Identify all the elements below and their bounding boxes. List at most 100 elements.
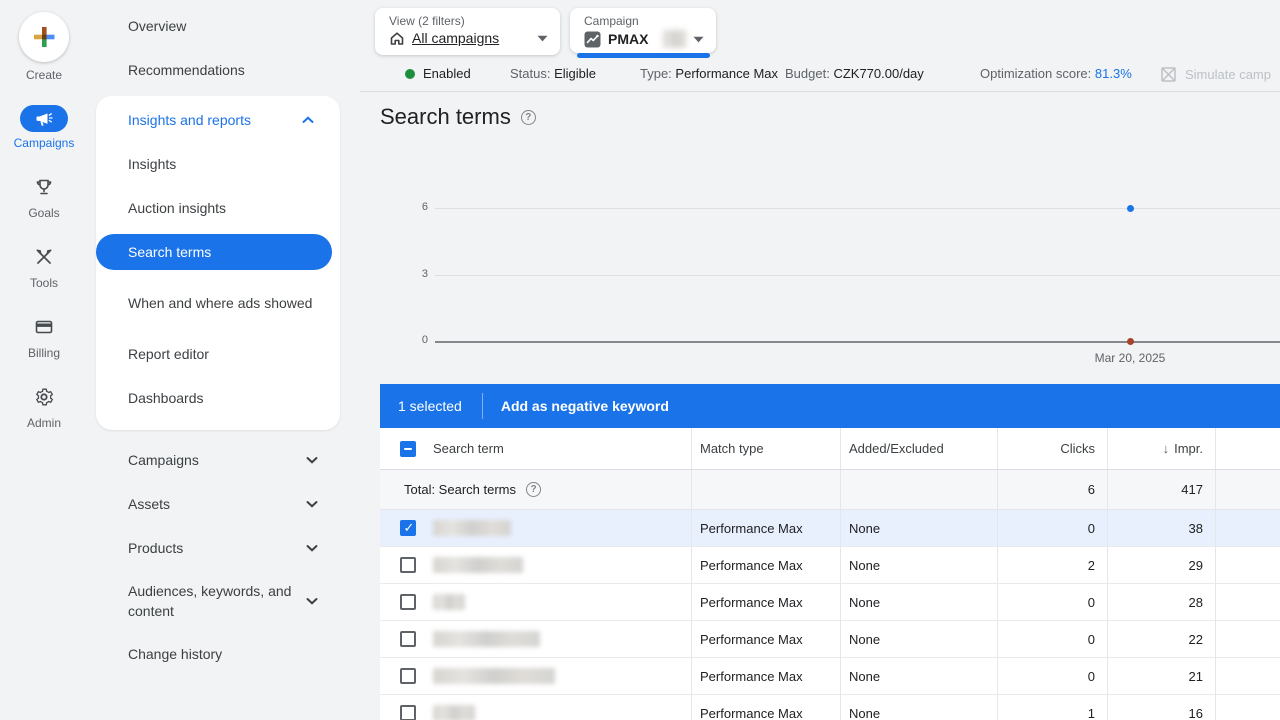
row-checkbox[interactable]: [400, 557, 416, 573]
select-all-checkbox[interactable]: [400, 441, 416, 457]
optimization-score-field[interactable]: Optimization score: 81.3%: [980, 66, 1132, 81]
help-icon[interactable]: ?: [526, 482, 541, 497]
table-row[interactable]: Performance Max None 2 29: [380, 547, 1280, 584]
table-row[interactable]: Performance Max None 0 21: [380, 658, 1280, 695]
create-label: Create: [19, 68, 69, 82]
col-match-type[interactable]: Match type: [691, 428, 840, 469]
row-checkbox[interactable]: [400, 668, 416, 684]
col-impr-sorted[interactable]: ↓ Impr.: [1107, 428, 1215, 469]
y-tick-0: 0: [398, 334, 428, 346]
create-plus-icon: [19, 12, 69, 62]
nav-item-products[interactable]: Products: [88, 526, 360, 570]
insights-reports-card: Insights and reports Insights Auction in…: [96, 96, 340, 430]
simulate-label: Simulate camp: [1185, 67, 1271, 82]
added-excluded-cell: None: [840, 621, 997, 657]
table-row[interactable]: Performance Max None 0 38: [380, 510, 1280, 547]
nav-item-report-editor[interactable]: Report editor: [96, 332, 340, 376]
chevron-down-icon: [306, 597, 318, 605]
match-type-cell: Performance Max: [691, 621, 840, 657]
clicks-cell: 0: [997, 510, 1107, 546]
nav-item-campaigns[interactable]: Campaigns: [88, 438, 360, 482]
nav-item-dashboards-label: Dashboards: [128, 390, 204, 406]
megaphone-icon: [35, 111, 53, 127]
performance-chart-icon: [584, 31, 601, 48]
impr-cell: 21: [1107, 658, 1215, 694]
rail-item-goals[interactable]: Goals: [20, 173, 68, 220]
row-checkbox-checked[interactable]: [400, 520, 416, 536]
app-rail: Create Campaigns Goals: [0, 0, 88, 720]
impr-cell: 38: [1107, 510, 1215, 546]
nav-item-overview[interactable]: Overview: [88, 4, 360, 48]
col-clicks[interactable]: Clicks: [997, 428, 1107, 469]
simulate-icon: [1160, 66, 1177, 83]
table-row[interactable]: Performance Max None 0 28: [380, 584, 1280, 621]
nav-item-insights-label: Insights: [128, 156, 176, 172]
row-checkbox[interactable]: [400, 705, 416, 720]
create-button[interactable]: Create: [19, 12, 69, 82]
nav-item-auction-insights-label: Auction insights: [128, 200, 226, 216]
clicks-cell: 1: [997, 695, 1107, 720]
nav-item-overview-label: Overview: [128, 18, 186, 34]
sort-desc-arrow-icon: ↓: [1163, 441, 1170, 456]
rail-item-campaigns[interactable]: Campaigns: [14, 105, 75, 150]
y-tick-6: 6: [398, 201, 428, 213]
table-header-row: Search term Match type Added/Excluded Cl…: [380, 428, 1280, 470]
redacted-search-term: [433, 668, 555, 684]
nav-item-assets[interactable]: Assets: [88, 482, 360, 526]
add-as-negative-keyword-button[interactable]: Add as negative keyword: [501, 398, 669, 414]
nav-item-recommendations-label: Recommendations: [128, 62, 245, 78]
table-row[interactable]: Performance Max None 0 22: [380, 621, 1280, 658]
help-icon[interactable]: ?: [521, 110, 536, 125]
nav-item-insights[interactable]: Insights: [96, 142, 340, 186]
redacted-search-term: [433, 557, 523, 573]
clicks-cell: 2: [997, 547, 1107, 583]
added-excluded-cell: None: [840, 695, 997, 720]
view-filter-label: View (2 filters): [389, 14, 548, 28]
enabled-status[interactable]: Enabled: [405, 66, 471, 81]
match-type-cell: Performance Max: [691, 695, 840, 720]
nav-item-search-terms-selected[interactable]: Search terms: [96, 234, 332, 270]
nav-item-dashboards[interactable]: Dashboards: [96, 376, 340, 420]
rail-item-admin[interactable]: Admin: [20, 383, 68, 430]
redacted-search-term: [433, 705, 475, 720]
nav-item-when-and-where-ads-showed[interactable]: When and where ads showed: [96, 274, 340, 332]
nav-item-audiences-keywords-content[interactable]: Audiences, keywords, and content: [88, 570, 360, 632]
rail-item-tools[interactable]: Tools: [20, 243, 68, 290]
nav-item-search-terms-label: Search terms: [128, 244, 211, 260]
enabled-label: Enabled: [423, 66, 471, 81]
divider: [360, 91, 1280, 92]
match-type-cell: Performance Max: [691, 584, 840, 620]
budget-field[interactable]: Budget: CZK770.00/day: [785, 66, 924, 81]
row-checkbox[interactable]: [400, 594, 416, 610]
table-row[interactable]: Performance Max None 1 16: [380, 695, 1280, 720]
campaign-dropdown[interactable]: Campaign PMAX: [570, 8, 716, 53]
col-search-term[interactable]: Search term: [433, 441, 504, 456]
view-filter-dropdown[interactable]: View (2 filters) All campaigns: [375, 8, 560, 55]
chevron-down-icon: [306, 500, 318, 508]
nav-item-change-history[interactable]: Change history: [88, 632, 360, 676]
row-checkbox[interactable]: [400, 631, 416, 647]
gridline-6: [435, 208, 1280, 209]
nav-item-recommendations[interactable]: Recommendations: [88, 48, 360, 92]
status-field: Status: Eligible: [510, 66, 596, 81]
page-title: Search terms ?: [380, 104, 536, 130]
nav-group-label: Insights and reports: [128, 112, 251, 128]
chevron-down-icon: [537, 35, 548, 42]
added-excluded-cell: None: [840, 584, 997, 620]
col-added-excluded[interactable]: Added/Excluded: [840, 428, 997, 469]
table-total-row: Total: Search terms ? 6 417: [380, 470, 1280, 510]
impr-cell: 22: [1107, 621, 1215, 657]
impr-cell: 29: [1107, 547, 1215, 583]
nav-item-products-label: Products: [128, 540, 183, 556]
impr-cell: 16: [1107, 695, 1215, 720]
nav-item-when-where-label: When and where ads showed: [128, 293, 312, 313]
type-value: Performance Max: [675, 66, 778, 81]
billing-card-icon: [34, 317, 54, 337]
simulate-campaign-button[interactable]: Simulate camp: [1160, 66, 1271, 83]
nav-item-auction-insights[interactable]: Auction insights: [96, 186, 340, 230]
rail-label-campaigns: Campaigns: [14, 136, 75, 150]
rail-item-billing[interactable]: Billing: [20, 313, 68, 360]
nav-group-insights-and-reports[interactable]: Insights and reports: [96, 98, 340, 142]
chevron-down-icon: [306, 456, 318, 464]
total-impr: 417: [1107, 470, 1215, 509]
